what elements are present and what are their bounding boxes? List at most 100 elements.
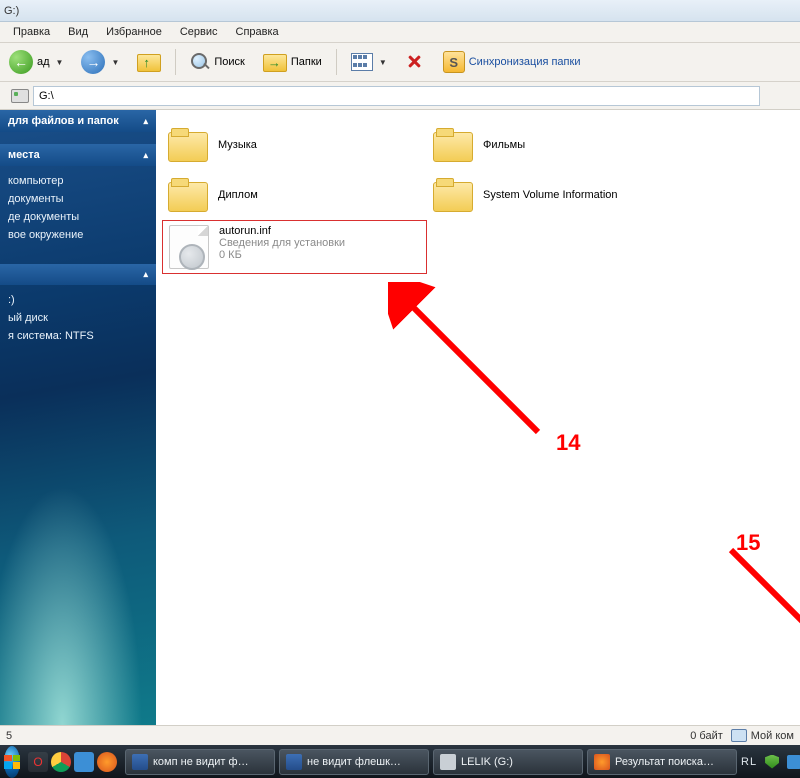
back-label: ад: [37, 56, 50, 68]
chevron-down-icon: ▼: [379, 58, 387, 67]
places-header[interactable]: места ▴: [0, 144, 156, 166]
views-icon: [351, 53, 373, 71]
folder-name: System Volume Information: [483, 189, 618, 201]
chevron-up-icon: ▴: [143, 116, 148, 127]
word-icon: [132, 754, 148, 770]
start-button[interactable]: [4, 746, 20, 778]
annotation-arrow-14: [388, 282, 548, 442]
file-meta: autorun.inf Сведения для установки 0 КБ: [219, 225, 345, 269]
folder-up-icon: [137, 52, 161, 72]
back-arrow-icon: ←: [9, 50, 33, 74]
menu-edit[interactable]: Правка: [4, 23, 59, 41]
details-header[interactable]: ▴: [0, 264, 156, 285]
annotation-label-14: 14: [556, 430, 580, 456]
places-title: места: [8, 149, 40, 161]
forward-arrow-icon: →: [81, 50, 105, 74]
windows-logo-icon: [4, 755, 20, 769]
folder-icon: [168, 178, 208, 212]
tasks-title: для файлов и папок: [8, 115, 119, 127]
folder-item[interactable]: Музыка: [162, 120, 427, 170]
search-label: Поиск: [214, 56, 244, 68]
status-location: Мой ком: [751, 730, 794, 742]
chevron-up-icon: ▴: [143, 269, 148, 280]
drive-icon: [11, 89, 29, 103]
tasks-header[interactable]: для файлов и папок ▴: [0, 110, 156, 132]
sync-button[interactable]: S Синхронизация папки: [436, 47, 588, 77]
file-desc: Сведения для установки: [219, 237, 345, 249]
folder-item[interactable]: Диплом: [162, 170, 427, 220]
annotation-label-15: 15: [736, 530, 760, 556]
folder-name: Диплом: [218, 189, 258, 201]
file-view[interactable]: Музыка Фильмы Диплом System Volume Infor…: [156, 110, 800, 725]
toolbar: ← ад ▼ → ▼ Поиск Папки ▼ S Синхронизация…: [0, 43, 800, 82]
ql-firefox-icon[interactable]: [97, 752, 117, 772]
delete-icon: [405, 52, 425, 72]
sync-icon: S: [443, 51, 465, 73]
sidebar-link-documents[interactable]: документы: [8, 190, 150, 208]
forward-button[interactable]: → ▼: [74, 46, 126, 78]
search-button[interactable]: Поиск: [183, 48, 251, 76]
sidebar-link-network[interactable]: вое окружение: [8, 226, 150, 244]
taskbar: O комп не видит ф… не видит флешк… LELIK…: [0, 745, 800, 778]
details-body: :) ый диск я система: NTFS: [0, 285, 156, 355]
sidebar-link-computer[interactable]: компьютер: [8, 172, 150, 190]
folder-icon: [433, 128, 473, 162]
quick-launch: O: [28, 752, 117, 772]
folder-name: Фильмы: [483, 139, 525, 151]
drive-icon: [440, 754, 456, 770]
folder-item[interactable]: Фильмы: [427, 120, 692, 170]
views-button[interactable]: ▼: [344, 49, 394, 75]
status-bytes: 0 байт: [690, 730, 723, 742]
file-size: 0 КБ: [219, 249, 345, 261]
menu-view[interactable]: Вид: [59, 23, 97, 41]
folder-icon: [433, 178, 473, 212]
chevron-up-icon: ▴: [143, 150, 148, 161]
folders-label: Папки: [291, 56, 322, 68]
tray-shield-icon[interactable]: [765, 755, 779, 769]
separator: [336, 49, 337, 75]
taskbar-button[interactable]: Результат поиска…: [587, 749, 737, 775]
folders-icon: [263, 52, 287, 72]
ql-show-desktop-icon[interactable]: [74, 752, 94, 772]
taskbar-label: Результат поиска…: [615, 756, 714, 768]
status-bar: 5 0 байт Мой ком: [0, 725, 800, 745]
places-body: компьютер документы де документы вое окр…: [0, 166, 156, 254]
sync-label: Синхронизация папки: [469, 56, 581, 68]
taskbar-button[interactable]: LELIK (G:): [433, 749, 583, 775]
menu-favorites[interactable]: Избранное: [97, 23, 171, 41]
firefox-icon: [594, 754, 610, 770]
file-item-highlighted[interactable]: autorun.inf Сведения для установки 0 КБ: [162, 220, 427, 274]
tray-network-icon[interactable]: [787, 755, 800, 769]
detail-fs: я система: NTFS: [8, 327, 150, 345]
folder-icon: [168, 128, 208, 162]
separator: [175, 49, 176, 75]
sidebar-link-shared[interactable]: де документы: [8, 208, 150, 226]
address-bar: [0, 82, 800, 110]
ql-chrome-icon[interactable]: [51, 752, 71, 772]
folders-button[interactable]: Папки: [256, 48, 329, 76]
ql-opera-icon[interactable]: O: [28, 752, 48, 772]
detail-type: ый диск: [8, 309, 150, 327]
detail-drive: :): [8, 291, 150, 309]
menu-tools[interactable]: Сервис: [171, 23, 227, 41]
menu-help[interactable]: Справка: [227, 23, 288, 41]
inf-file-icon: [169, 225, 209, 269]
word-icon: [286, 754, 302, 770]
taskbar-button[interactable]: комп не видит ф…: [125, 749, 275, 775]
chevron-down-icon: ▼: [111, 58, 119, 67]
window-title: G:): [4, 5, 19, 17]
taskbar-button[interactable]: не видит флешк…: [279, 749, 429, 775]
folder-name: Музыка: [218, 139, 257, 151]
address-input[interactable]: [33, 86, 760, 106]
up-button[interactable]: [130, 48, 168, 76]
title-bar: G:): [0, 0, 800, 22]
chevron-down-icon: ▼: [56, 58, 64, 67]
back-button[interactable]: ← ад ▼: [2, 46, 70, 78]
computer-icon: [731, 729, 747, 742]
search-icon: [190, 52, 210, 72]
file-name: autorun.inf: [219, 225, 345, 237]
delete-button[interactable]: [398, 48, 432, 76]
sidebar: для файлов и папок ▴ места ▴ компьютер д…: [0, 110, 156, 725]
folder-item[interactable]: System Volume Information: [427, 170, 692, 220]
language-indicator[interactable]: RL: [741, 756, 757, 768]
